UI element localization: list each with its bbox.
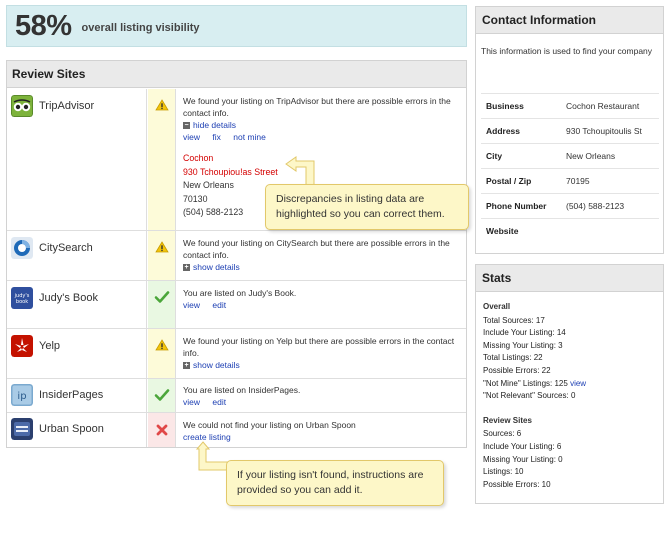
status-message: We found your listing on TripAdvisor but… [183,96,451,118]
collapse-icon: − [183,121,190,129]
review-sites-panel: Review Sites TripAdvisor We found your l… [6,60,467,448]
site-name: CitySearch [39,242,93,254]
site-row-insiderpages: ip InsiderPages You are listed on Inside… [7,379,466,413]
status-message: You are listed on Judy's Book. [183,288,297,298]
svg-text:book: book [16,299,28,305]
view-link[interactable]: view [183,397,200,407]
insiderpages-logo-icon: ip [11,384,33,406]
stat-line: Include Your Listing: 6 [483,441,562,451]
stat-line: Missing Your Listing: 0 [483,454,563,464]
detail-street: 930 Tchoupiou!as Street [183,166,278,177]
stats-overall-heading: Overall [483,302,511,311]
stat-line: Listings: 10 [483,467,524,477]
status-message: You are listed on InsiderPages. [183,385,301,395]
contact-info-title: Contact Information [476,7,663,34]
visibility-percent: 58% [15,9,72,42]
site-row-yelp: Yelp We found your listing on Yelp but t… [7,329,466,379]
review-sites-title: Review Sites [7,61,466,88]
not-found-callout: If your listing isn't found, instruction… [226,460,444,506]
contact-row-city: City New Orleans [481,143,659,168]
stats-title: Stats [476,265,663,292]
detail-name: Cochon [183,153,214,163]
warning-icon [155,99,169,111]
stat-line: Possible Errors: 10 [483,479,551,489]
not-mine-link[interactable]: not mine [233,132,266,142]
status-message: We found your listing on CitySearch but … [183,238,450,260]
stat-line: "Not Relevant" Sources: 0 [483,391,576,401]
checkmark-icon [154,291,170,303]
error-x-icon [156,424,168,436]
fix-link[interactable]: fix [212,132,221,142]
view-link[interactable]: view [183,132,200,142]
hide-details-toggle[interactable]: − hide details [183,119,465,131]
warning-icon [155,241,169,253]
warning-icon [155,339,169,351]
tripadvisor-logo-icon [11,95,33,117]
stat-line: Include Your Listing: 14 [483,328,566,338]
contact-info-panel: Contact Information This information is … [475,6,664,254]
contact-row-zip: Postal / Zip 70195 [481,168,659,193]
site-name: TripAdvisor [39,100,95,112]
edit-link[interactable]: edit [212,300,226,310]
stat-line: Sources: 6 [483,429,522,439]
site-row-urban-spoon: Urban Spoon We could not find your listi… [7,413,466,447]
stats-review-heading: Review Sites [483,415,532,425]
visibility-label: overall listing visibility [81,21,200,34]
stat-line: "Not Mine" Listings: 125 view [483,378,587,388]
judys-book-logo-icon: judy's book [11,287,33,309]
site-row-citysearch: CitySearch We found your listing on City… [7,231,466,281]
site-name: Judy's Book [39,292,98,304]
site-name: Yelp [39,340,61,352]
status-message: We found your listing on Yelp but there … [183,336,455,358]
stat-line: Total Listings: 22 [483,353,543,363]
citysearch-logo-icon [11,237,33,259]
edit-link[interactable]: edit [212,397,226,407]
expand-icon: + [183,361,190,369]
discrepancies-callout: Discrepancies in listing data are highli… [265,184,469,230]
contact-row-phone: Phone Number (504) 588-2123 [481,193,659,218]
show-details-toggle[interactable]: + show details [183,359,465,371]
stat-line: Possible Errors: 22 [483,365,551,375]
visibility-banner: 58% overall listing visibility [6,5,467,47]
site-name: InsiderPages [39,389,104,401]
yelp-logo-icon [11,335,33,357]
stats-panel: Stats Overall Total Sources: 17 Include … [475,264,664,504]
not-mine-view-link[interactable]: view [570,379,586,388]
status-message: We could not find your listing on Urban … [183,420,356,430]
site-row-judys-book: judy's book Judy's Book You are listed o… [7,281,466,329]
svg-text:ip: ip [17,391,26,402]
contact-row-website: Website [481,218,659,243]
stat-line: Missing Your Listing: 3 [483,340,563,350]
site-name: Urban Spoon [39,423,104,435]
stat-line: Total Sources: 17 [483,315,545,325]
contact-row-address: Address 930 Tchoupitoulis St [481,118,659,143]
view-link[interactable]: view [183,300,200,310]
contact-row-business: Business Cochon Restaurant [481,93,659,118]
urban-spoon-logo-icon [11,418,33,440]
expand-icon: + [183,263,190,271]
show-details-toggle[interactable]: + show details [183,261,465,273]
checkmark-icon [154,389,170,401]
